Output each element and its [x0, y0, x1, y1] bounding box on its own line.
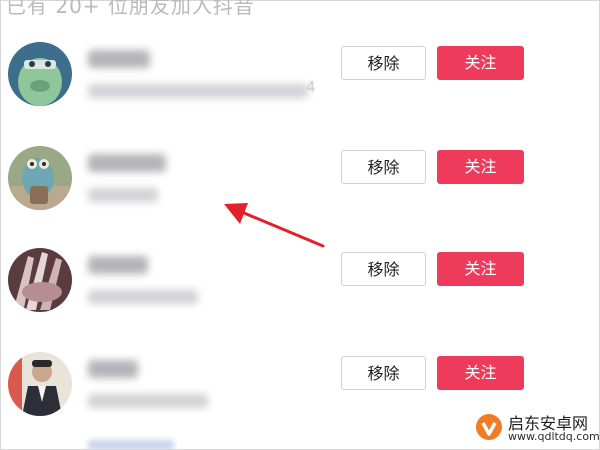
blurred-subtitle	[88, 394, 208, 408]
subtitle-tail: 4	[306, 78, 316, 96]
remove-button[interactable]: 移除	[341, 150, 426, 184]
friend-row: 移除 关注	[0, 138, 600, 238]
follow-button[interactable]: 关注	[437, 252, 524, 286]
friend-row: 移除 关注	[0, 240, 600, 340]
watermark-url: www.qdltdq.com	[508, 430, 600, 443]
avatar[interactable]	[8, 352, 72, 416]
avatar[interactable]	[8, 42, 72, 106]
blurred-name	[88, 50, 150, 68]
site-watermark: 启东安卓网 www.qdltdq.com	[470, 410, 600, 446]
friends-joined-header: 已有 20+ 位朋友加入抖音	[6, 0, 255, 18]
remove-button[interactable]: 移除	[341, 252, 426, 286]
follow-button[interactable]: 关注	[437, 356, 524, 390]
blurred-name	[88, 360, 138, 378]
site-logo-icon	[476, 414, 502, 440]
friend-row: 4 移除 关注	[0, 34, 600, 134]
follow-button[interactable]: 关注	[437, 150, 524, 184]
blurred-subtitle	[88, 84, 308, 98]
blurred-subtitle	[88, 188, 158, 202]
blurred-name	[88, 154, 166, 172]
avatar[interactable]	[8, 248, 72, 312]
remove-button[interactable]: 移除	[341, 356, 426, 390]
blurred-link	[88, 440, 174, 450]
follow-button[interactable]: 关注	[437, 46, 524, 80]
avatar[interactable]	[8, 146, 72, 210]
remove-button[interactable]: 移除	[341, 46, 426, 80]
blurred-subtitle	[88, 290, 198, 304]
blurred-name	[88, 256, 148, 274]
